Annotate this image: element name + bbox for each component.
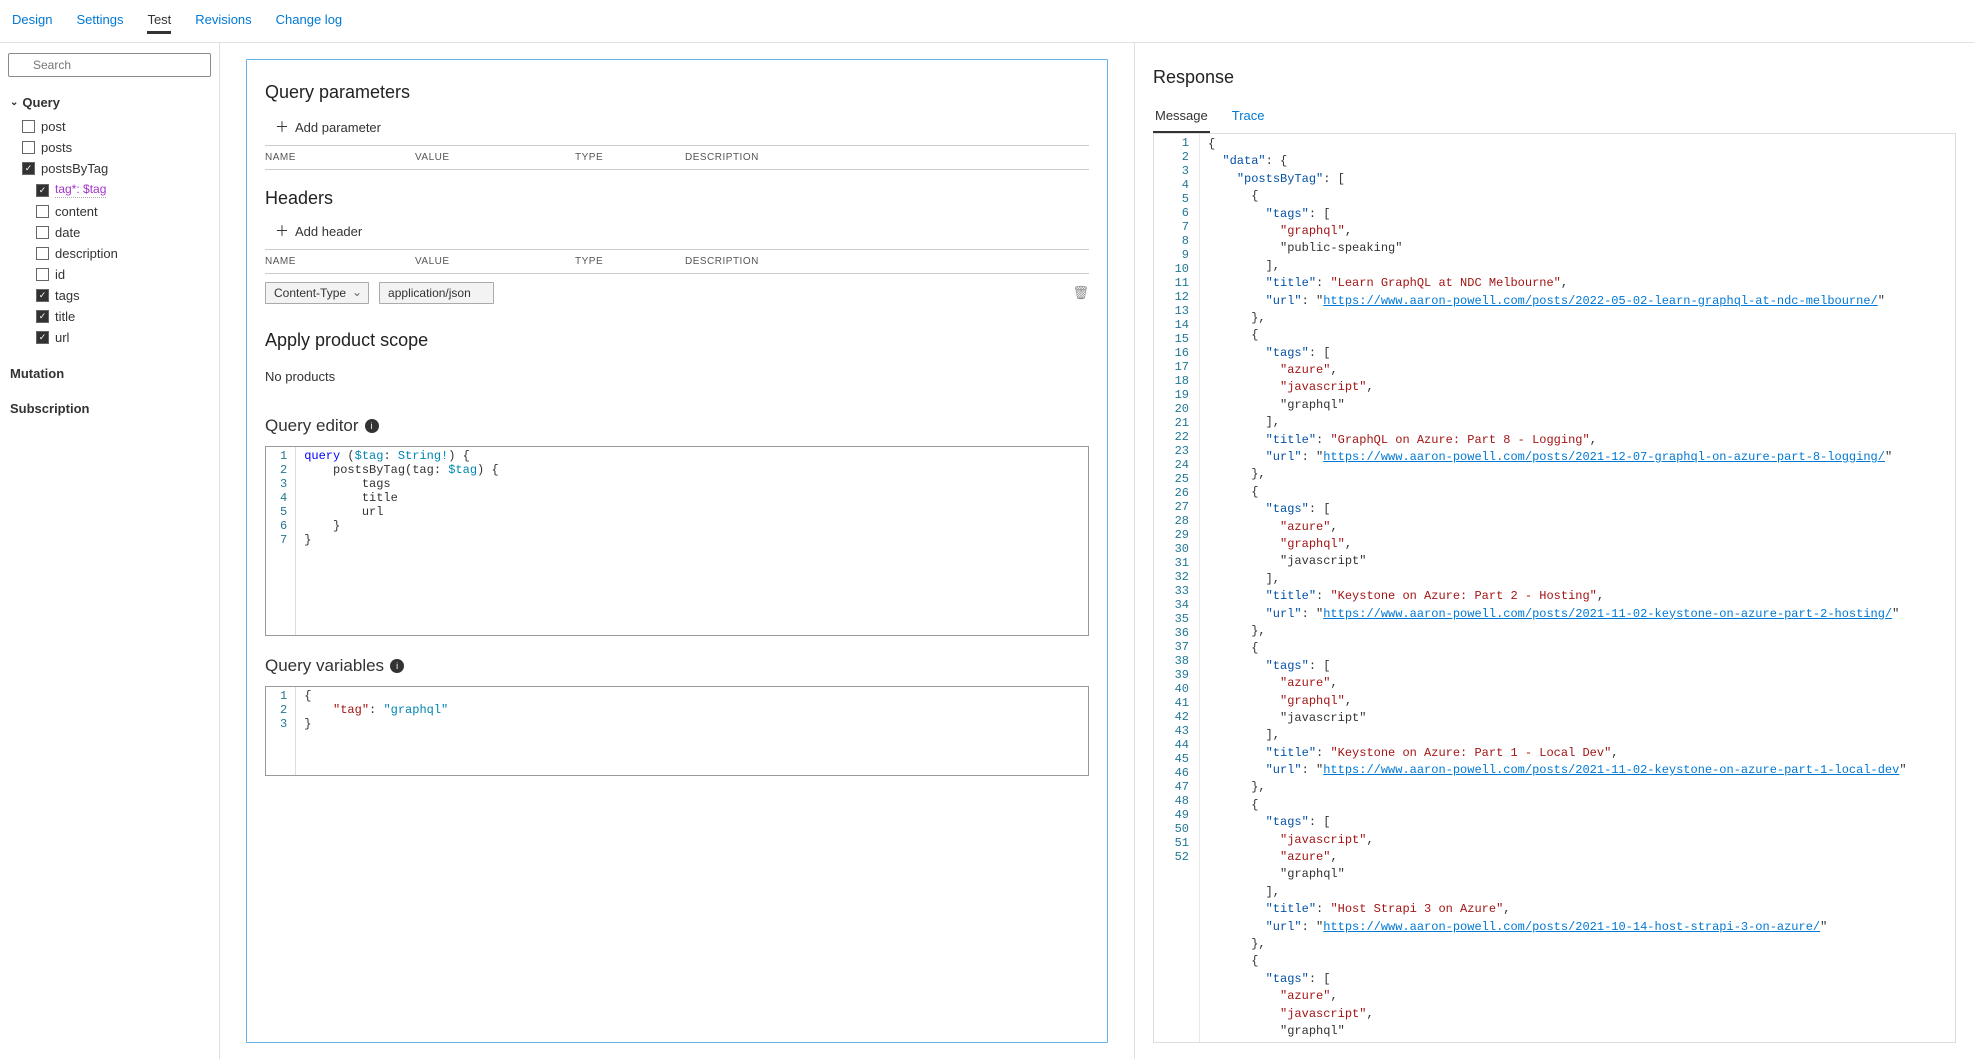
tree-subitem-label: date (55, 225, 80, 240)
tree-item-label: postsByTag (41, 161, 108, 176)
tree-subitem-label: url (55, 330, 69, 345)
checkbox-icon[interactable]: ✓ (22, 162, 35, 175)
sidebar: 🔍 ⌄Query postposts✓postsByTag✓tag*: $tag… (0, 43, 220, 1059)
checkbox-icon[interactable] (36, 226, 49, 239)
tree-subitem[interactable]: content (36, 201, 211, 222)
info-icon[interactable]: i (365, 419, 379, 433)
checkbox-icon[interactable]: ✓ (36, 289, 49, 302)
apply-scope-heading: Apply product scope (265, 330, 1089, 351)
tree-subitem[interactable]: id (36, 264, 211, 285)
col-name: NAME (265, 256, 375, 267)
tree-query-label: Query (22, 95, 60, 110)
add-param-label: Add parameter (295, 120, 381, 135)
tab-changelog[interactable]: Change log (276, 8, 343, 34)
header-row: Content-Type application/json 🗑 (265, 274, 1089, 312)
col-desc: DESCRIPTION (685, 152, 795, 163)
tree-subitem-label: tags (55, 288, 80, 303)
tree-item[interactable]: post (22, 116, 211, 137)
tree-item-label: post (41, 119, 66, 134)
col-name: NAME (265, 152, 375, 163)
response-tabs: Message Trace (1153, 102, 1956, 134)
query-editor-heading: Query editor (265, 416, 359, 436)
query-params-heading: Query parameters (265, 82, 1089, 103)
tree-subitem[interactable]: ✓ tags (36, 285, 211, 306)
response-editor[interactable]: 1234567891011121314151617181920212223242… (1153, 134, 1956, 1043)
search-input[interactable] (8, 53, 211, 77)
col-value: VALUE (415, 256, 535, 267)
checkbox-icon[interactable]: ✓ (36, 310, 49, 323)
checkbox-icon[interactable] (36, 205, 49, 218)
top-tabs: Design Settings Test Revisions Change lo… (0, 0, 1974, 43)
tree-subitem-label: content (55, 204, 98, 219)
no-products-text: No products (265, 363, 1089, 396)
response-panel: Response Message Trace 12345678910111213… (1134, 43, 1974, 1059)
header-value-input[interactable]: application/json (379, 282, 494, 304)
tree-subitem-label: description (55, 246, 118, 261)
headers-table-header: NAME VALUE TYPE DESCRIPTION (265, 249, 1089, 274)
plus-icon: ＋ (275, 117, 289, 137)
query-editor[interactable]: 1234567 query ($tag: String!) { postsByT… (265, 446, 1089, 636)
query-variables-heading: Query variables (265, 656, 384, 676)
col-type: TYPE (575, 256, 645, 267)
tab-settings[interactable]: Settings (76, 8, 123, 34)
col-type: TYPE (575, 152, 645, 163)
add-parameter-button[interactable]: ＋ Add parameter (275, 117, 1089, 137)
tree-mutation[interactable]: Mutation (8, 356, 211, 391)
col-desc: DESCRIPTION (685, 256, 795, 267)
checkbox-icon[interactable] (36, 247, 49, 260)
tab-design[interactable]: Design (12, 8, 52, 34)
tree-subscription[interactable]: Subscription (8, 391, 211, 426)
info-icon[interactable]: i (390, 659, 404, 673)
checkbox-icon[interactable] (22, 141, 35, 154)
header-name-select[interactable]: Content-Type (265, 282, 369, 304)
delete-header-icon[interactable]: 🗑 (1072, 285, 1089, 301)
tree-item[interactable]: posts (22, 137, 211, 158)
tab-message[interactable]: Message (1153, 102, 1210, 133)
plus-icon: ＋ (275, 221, 289, 241)
tree-query-header[interactable]: ⌄ Query (8, 91, 211, 114)
checkbox-icon[interactable] (22, 120, 35, 133)
checkbox-icon[interactable]: ✓ (36, 184, 49, 197)
params-table-header: NAME VALUE TYPE DESCRIPTION (265, 145, 1089, 170)
checkbox-icon[interactable] (36, 268, 49, 281)
tree-subitem-label: title (55, 309, 75, 324)
tree-subitem-label: tag*: $tag (55, 182, 106, 198)
tree-subitem[interactable]: description (36, 243, 211, 264)
tree-item-label: posts (41, 140, 72, 155)
col-value: VALUE (415, 152, 535, 163)
tree-subitem[interactable]: date (36, 222, 211, 243)
headers-heading: Headers (265, 188, 1089, 209)
checkbox-icon[interactable]: ✓ (36, 331, 49, 344)
tab-revisions[interactable]: Revisions (195, 8, 251, 34)
tree-subitem[interactable]: ✓ url (36, 327, 211, 348)
tab-trace[interactable]: Trace (1230, 102, 1267, 133)
query-variables-editor[interactable]: 123 { "tag": "graphql" } (265, 686, 1089, 776)
add-header-button[interactable]: ＋ Add header (275, 221, 1089, 241)
chevron-down-icon: ⌄ (10, 97, 18, 108)
response-heading: Response (1153, 67, 1956, 88)
tree-subitem-label: id (55, 267, 65, 282)
add-header-label: Add header (295, 224, 362, 239)
tree-item[interactable]: ✓ postsByTag (22, 158, 211, 179)
tab-test[interactable]: Test (147, 8, 171, 34)
tree-subitem[interactable]: ✓ title (36, 306, 211, 327)
center-panel: Query parameters ＋ Add parameter NAME VAL… (220, 43, 1134, 1059)
tree-subitem[interactable]: ✓ tag*: $tag (36, 179, 211, 201)
